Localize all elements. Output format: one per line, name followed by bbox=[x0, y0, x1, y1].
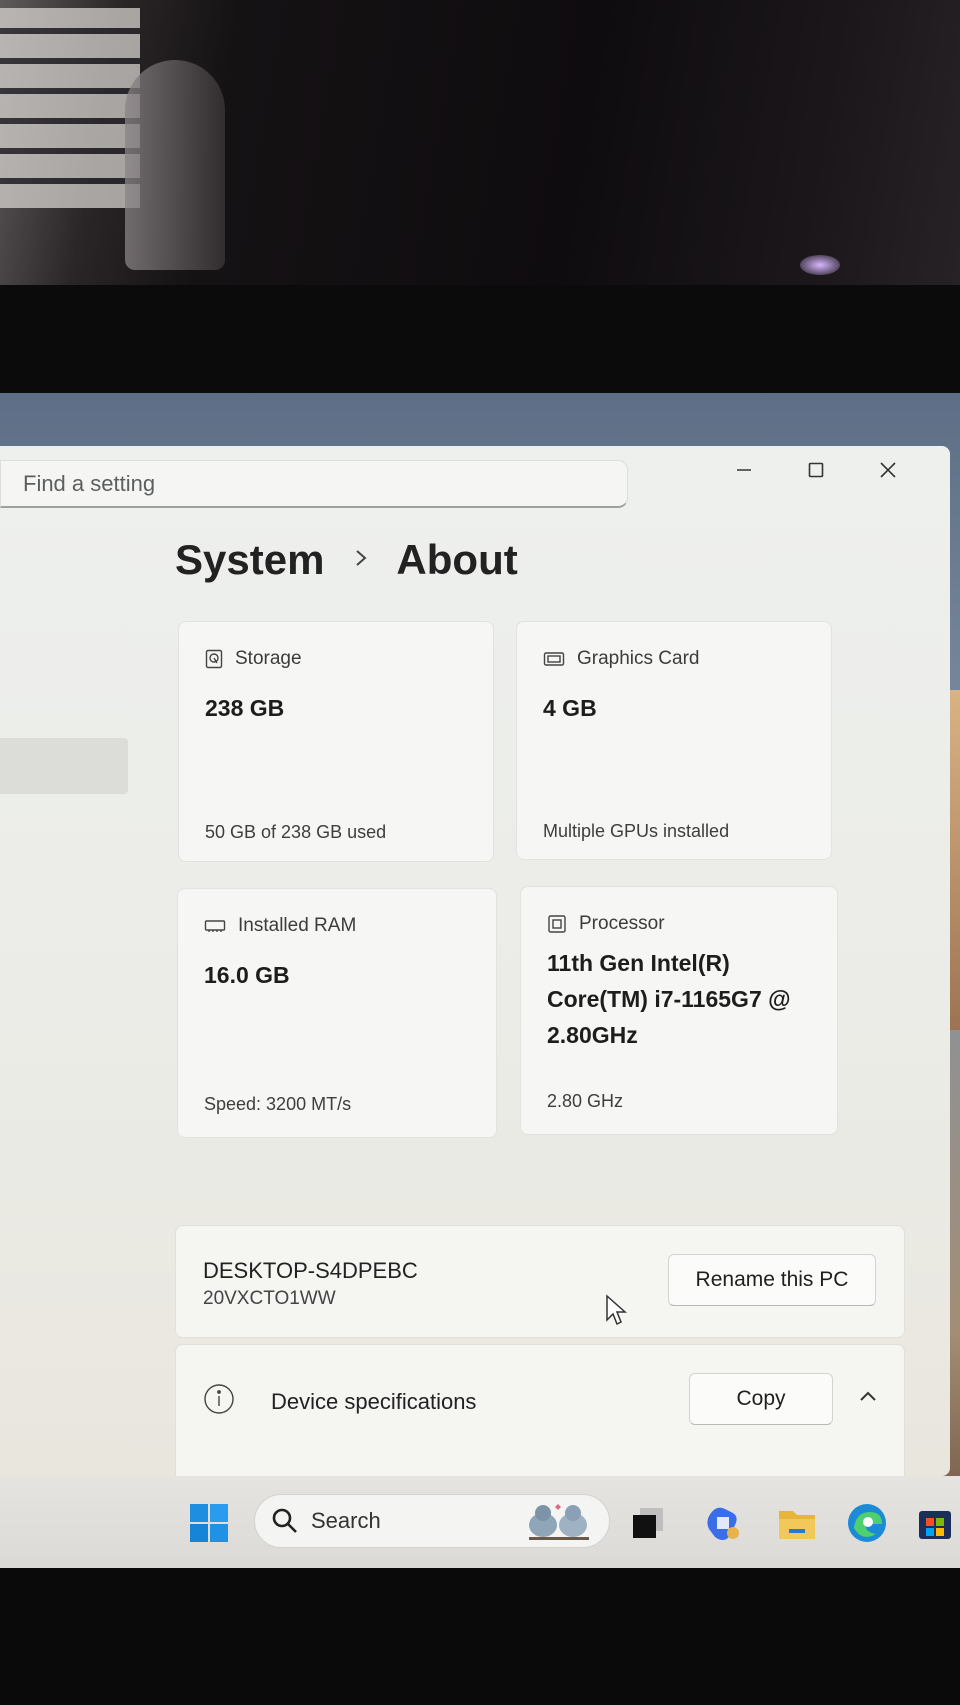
ram-icon bbox=[204, 918, 226, 934]
device-specifications-row[interactable]: Device specifications Copy bbox=[175, 1344, 905, 1476]
close-button[interactable] bbox=[856, 446, 920, 494]
processor-card-header: Processor bbox=[547, 913, 665, 935]
copilot-icon[interactable] bbox=[700, 1500, 746, 1546]
graphics-value: 4 GB bbox=[543, 695, 597, 721]
windows-start-icon[interactable] bbox=[186, 1500, 232, 1546]
edge-icon[interactable] bbox=[844, 1500, 890, 1546]
ram-speed: Speed: 3200 MT/s bbox=[204, 1094, 352, 1114]
device-model: 20VXCTO1WW bbox=[203, 1288, 336, 1309]
wall-poster bbox=[0, 8, 140, 208]
processor-card[interactable]: Processor 11th Gen Intel(R) Core(TM) i7-… bbox=[520, 886, 838, 1135]
processor-label: Processor bbox=[579, 913, 665, 934]
page-title: About bbox=[396, 536, 518, 583]
mouse-cursor-icon bbox=[605, 1294, 627, 1331]
storage-card[interactable]: Storage 238 GB 50 GB of 238 GB used bbox=[178, 621, 494, 862]
storage-usage: 50 GB of 238 GB used bbox=[205, 822, 387, 842]
find-setting-search-box[interactable]: Find a setting bbox=[0, 460, 628, 508]
device-name-row: DESKTOP-S4DPEBC 20VXCTO1WW Rename this P… bbox=[175, 1225, 905, 1338]
processor-chip-icon bbox=[547, 914, 567, 934]
monitor-bezel-top bbox=[0, 285, 960, 395]
processor-value: 11th Gen Intel(R) Core(TM) i7-1165G7 @ 2… bbox=[547, 945, 791, 1053]
file-explorer-icon[interactable] bbox=[774, 1500, 820, 1546]
chevron-up-icon[interactable] bbox=[858, 1389, 878, 1408]
microsoft-store-icon[interactable] bbox=[912, 1500, 958, 1546]
close-icon bbox=[880, 462, 896, 478]
graphics-label: Graphics Card bbox=[577, 648, 700, 669]
breadcrumb: System About bbox=[175, 536, 518, 584]
processor-line-1: 11th Gen Intel(R) bbox=[547, 950, 730, 976]
task-view-icon[interactable] bbox=[625, 1500, 671, 1546]
background-room-photo bbox=[0, 0, 960, 285]
taskbar-search-placeholder: Search bbox=[311, 1508, 381, 1533]
ram-card-header: Installed RAM bbox=[204, 915, 356, 937]
storage-drive-icon bbox=[205, 649, 223, 669]
maximize-button[interactable] bbox=[784, 446, 848, 494]
graphics-card[interactable]: Graphics Card 4 GB Multiple GPUs install… bbox=[516, 621, 832, 860]
search-placeholder: Find a setting bbox=[23, 470, 156, 496]
maximize-icon bbox=[808, 462, 824, 478]
taskbar-search-box[interactable]: Search bbox=[254, 1494, 610, 1548]
processor-line-2: Core(TM) i7-1165G7 @ bbox=[547, 986, 791, 1012]
ram-label: Installed RAM bbox=[238, 915, 357, 936]
rename-pc-button[interactable]: Rename this PC bbox=[668, 1254, 876, 1306]
breadcrumb-system[interactable]: System bbox=[175, 536, 324, 584]
processor-line-3: 2.80GHz bbox=[547, 1022, 638, 1048]
processor-speed: 2.80 GHz bbox=[547, 1091, 624, 1111]
graphics-card-header: Graphics Card bbox=[543, 648, 700, 670]
chevron-right-icon bbox=[354, 547, 368, 574]
storage-value: 238 GB bbox=[205, 695, 285, 721]
minimize-icon bbox=[737, 469, 751, 471]
monitor-bezel-bottom bbox=[0, 1568, 960, 1705]
device-specifications-title: Device specifications bbox=[271, 1389, 477, 1414]
light-glow bbox=[800, 255, 840, 275]
graphics-gpus: Multiple GPUs installed bbox=[543, 821, 730, 841]
copy-button[interactable]: Copy bbox=[689, 1373, 833, 1425]
nav-item-selected[interactable] bbox=[0, 738, 128, 794]
settings-window: Find a setting System About Storage 238 … bbox=[0, 446, 950, 1476]
storage-card-header: Storage bbox=[205, 648, 302, 670]
info-icon bbox=[203, 1383, 235, 1415]
taskbar: Search bbox=[0, 1476, 960, 1568]
ram-value: 16.0 GB bbox=[204, 962, 290, 988]
room-lamp bbox=[125, 60, 225, 270]
minimize-button[interactable] bbox=[712, 446, 776, 494]
search-highlight-birds-icon bbox=[519, 1499, 599, 1550]
ram-card[interactable]: Installed RAM 16.0 GB Speed: 3200 MT/s bbox=[177, 888, 497, 1138]
storage-label: Storage bbox=[235, 648, 302, 669]
graphics-card-icon bbox=[543, 650, 565, 668]
device-name: DESKTOP-S4DPEBC bbox=[203, 1258, 418, 1283]
search-icon bbox=[272, 1508, 297, 1533]
